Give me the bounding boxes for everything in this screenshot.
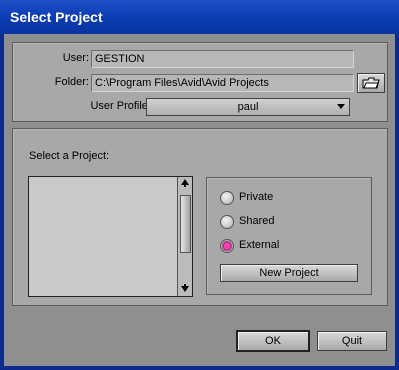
dialog-window: Select Project User: GESTION Folder: C:\… <box>0 0 399 370</box>
project-panel: Select a Project: Private Shared Externa… <box>12 128 388 306</box>
user-info-panel: User: GESTION Folder: C:\Program Files\A… <box>12 42 388 122</box>
new-project-button[interactable]: New Project <box>220 264 358 282</box>
scrollbar-thumb[interactable] <box>180 195 191 253</box>
dialog-body: User: GESTION Folder: C:\Program Files\A… <box>4 34 395 366</box>
folder-browse-button[interactable] <box>357 73 385 93</box>
radio-external-label: External <box>239 239 280 251</box>
quit-button[interactable]: Quit <box>317 331 387 351</box>
select-project-label: Select a Project: <box>29 150 110 162</box>
user-profile-value: paul <box>237 101 259 113</box>
chevron-down-icon <box>337 104 345 109</box>
user-label: User: <box>62 52 89 64</box>
user-profile-select[interactable]: paul <box>146 98 350 116</box>
folder-browse-icon <box>362 77 380 89</box>
folder-field: C:\Program Files\Avid\Avid Projects <box>91 74 354 92</box>
folder-label: Folder: <box>54 76 89 88</box>
user-profile-label: User Profile: <box>90 100 151 112</box>
arrow-down-icon[interactable] <box>178 283 192 295</box>
user-field: GESTION <box>91 50 354 68</box>
radio-shared-label: Shared <box>239 215 275 227</box>
project-type-panel: Private Shared External New Project <box>206 177 372 295</box>
arrow-up-icon[interactable] <box>178 178 192 190</box>
radio-private-label: Private <box>239 191 274 203</box>
project-list-scrollbar[interactable] <box>177 177 192 296</box>
radio-private[interactable] <box>220 191 234 205</box>
window-title: Select Project <box>10 9 103 25</box>
radio-external[interactable] <box>220 239 234 253</box>
title-bar[interactable]: Select Project <box>0 0 399 34</box>
project-list[interactable] <box>28 176 193 297</box>
radio-shared[interactable] <box>220 215 234 229</box>
ok-button[interactable]: OK <box>236 330 310 352</box>
